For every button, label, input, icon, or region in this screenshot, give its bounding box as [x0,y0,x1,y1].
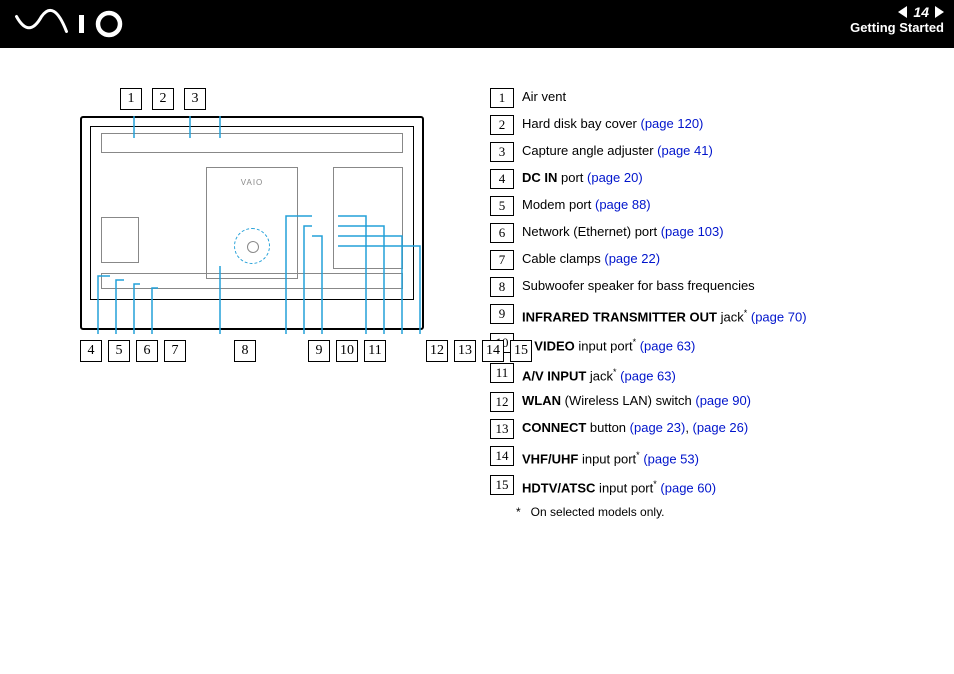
legend-text: VHF/UHF input port* (page 53) [522,446,934,468]
content: 123 VAIO [0,48,954,674]
legend-column: 1 Air vent 2 Hard disk bay cover (page 120)… [480,88,934,654]
legend-number: 14 [490,446,514,466]
callout-5: 5 [108,340,130,362]
legend-item-3: 3 Capture angle adjuster (page 41) [490,142,934,162]
callouts-bottom: 4567 8 91011 12131415 [80,340,450,362]
legend-number: 7 [490,250,514,270]
page-link[interactable]: (page 60) [660,481,716,496]
page-link[interactable]: (page 88) [595,197,651,212]
callout-14: 14 [482,340,504,362]
legend-number: 5 [490,196,514,216]
diagram-column: 123 VAIO [20,88,480,654]
page-link[interactable]: (page 103) [661,224,724,239]
callout-1: 1 [120,88,142,110]
legend-item-9: 9 INFRARED TRANSMITTER OUT jack* (page 70… [490,304,934,326]
legend-text: Subwoofer speaker for bass frequencies [522,277,934,295]
vaio-logo [14,6,134,42]
legend-text: Air vent [522,88,934,106]
page-number: 14 [913,4,929,20]
legend-text: INFRARED TRANSMITTER OUT jack* (page 70) [522,304,934,326]
legend-item-1: 1 Air vent [490,88,934,108]
legend-text: Cable clamps (page 22) [522,250,934,268]
legend-text: CONNECT button (page 23), (page 26) [522,419,934,437]
page-link[interactable]: (page 20) [587,170,643,185]
legend-text: S VIDEO input port* (page 63) [522,333,934,355]
legend-number: 8 [490,277,514,297]
page-link[interactable]: (page 53) [643,451,699,466]
legend-item-14: 14 VHF/UHF input port* (page 53) [490,446,934,468]
callout-15: 15 [510,340,532,362]
legend-item-10: 10S VIDEO input port* (page 63) [490,333,934,355]
callout-8: 8 [234,340,256,362]
legend-number: 4 [490,169,514,189]
page: 14 Getting Started 123 VAIO [0,0,954,674]
legend-number: 1 [490,88,514,108]
legend-text: DC IN port (page 20) [522,169,934,187]
legend-number: 15 [490,475,514,495]
legend-item-4: 4 DC IN port (page 20) [490,169,934,189]
legend-number: 11 [490,363,514,383]
callout-6: 6 [136,340,158,362]
page-link[interactable]: (page 63) [620,368,676,383]
legend-text: Modem port (page 88) [522,196,934,214]
legend-text: Capture angle adjuster (page 41) [522,142,934,160]
legend-item-8: 8 Subwoofer speaker for bass frequencies [490,277,934,297]
legend-item-12: 12 WLAN (Wireless LAN) switch (page 90) [490,392,934,412]
page-link[interactable]: (page 90) [695,393,751,408]
callout-9: 9 [308,340,330,362]
legend-item-13: 13 CONNECT button (page 23), (page 26) [490,419,934,439]
page-link[interactable]: (page 63) [640,339,696,354]
callouts-top: 123 [120,88,450,110]
legend-text: Hard disk bay cover (page 120) [522,115,934,133]
legend-item-7: 7 Cable clamps (page 22) [490,250,934,270]
legend-number: 13 [490,419,514,439]
device-outline: VAIO [80,116,424,330]
legend-item-15: 15 HDTV/ATSC input port* (page 60) [490,475,934,497]
dial-icon [234,228,270,264]
callout-3: 3 [184,88,206,110]
legend-text: HDTV/ATSC input port* (page 60) [522,475,934,497]
callout-7: 7 [164,340,186,362]
legend-item-2: 2 Hard disk bay cover (page 120) [490,115,934,135]
legend-number: 12 [490,392,514,412]
header-nav: 14 Getting Started [850,4,944,36]
header-bar: 14 Getting Started [0,0,954,48]
callout-11: 11 [364,340,386,362]
footnote: *On selected models only. [516,505,934,519]
legend-text: A/V INPUT jack* (page 63) [522,363,934,385]
legend-item-6: 6 Network (Ethernet) port (page 103) [490,223,934,243]
callout-4: 4 [80,340,102,362]
legend-number: 6 [490,223,514,243]
page-link[interactable]: (page 41) [657,143,713,158]
rear-diagram: 123 VAIO [80,88,450,362]
legend-number: 3 [490,142,514,162]
prev-page-arrow-icon[interactable] [898,6,907,18]
diagram-brand: VAIO [207,178,297,187]
next-page-arrow-icon[interactable] [935,6,944,18]
legend-number: 9 [490,304,514,324]
legend-item-5: 5 Modem port (page 88) [490,196,934,216]
callout-13: 13 [454,340,476,362]
callout-2: 2 [152,88,174,110]
section-title: Getting Started [850,20,944,36]
callout-10: 10 [336,340,358,362]
page-link[interactable]: (page 120) [641,116,704,131]
legend-number: 2 [490,115,514,135]
page-link[interactable]: (page 70) [751,309,807,324]
page-link[interactable]: (page 23) [630,420,686,435]
legend-text: WLAN (Wireless LAN) switch (page 90) [522,392,934,410]
page-link[interactable]: (page 22) [604,251,660,266]
legend-text: Network (Ethernet) port (page 103) [522,223,934,241]
callout-12: 12 [426,340,448,362]
legend-item-11: 11 A/V INPUT jack* (page 63) [490,363,934,385]
page-link[interactable]: (page 26) [693,420,749,435]
